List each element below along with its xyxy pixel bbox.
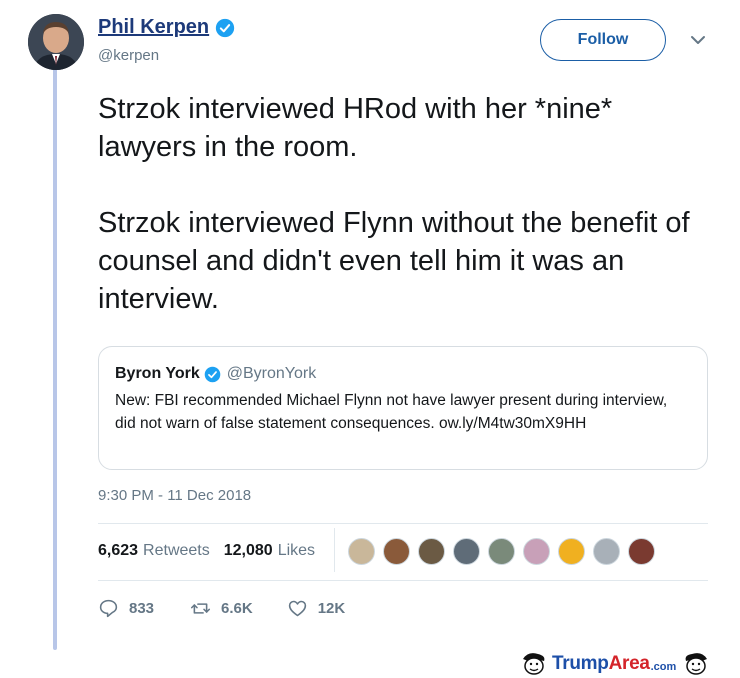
author-name-row: Phil Kerpen [98, 16, 235, 39]
cartoon-face-icon [685, 653, 708, 675]
stats-separator [334, 528, 335, 572]
cartoon-face-icon [523, 653, 545, 675]
retweet-count: 6.6K [221, 600, 253, 617]
like-action[interactable]: 12K [287, 598, 346, 619]
retweets-stat[interactable]: 6,623 Retweets [98, 542, 210, 560]
liker-avatar[interactable] [593, 538, 620, 565]
author-avatar[interactable] [28, 14, 84, 70]
follow-button[interactable]: Follow [540, 19, 666, 61]
liker-avatar[interactable] [383, 538, 410, 565]
liker-avatar[interactable] [418, 538, 445, 565]
quoted-tweet-header: Byron York @ByronYork [115, 365, 316, 383]
thread-line [53, 62, 57, 650]
liker-avatar[interactable] [488, 538, 515, 565]
liker-avatar[interactable] [558, 538, 585, 565]
heart-icon [288, 600, 306, 617]
divider [98, 523, 708, 524]
like-count: 12K [317, 600, 346, 617]
watermark-logo: TrumpArea .com [520, 650, 740, 678]
likes-stat[interactable]: 12,080 Likes [224, 542, 315, 560]
watermark-suffix: .com [650, 660, 677, 673]
author-handle[interactable]: @kerpen [98, 47, 159, 64]
engagement-stats: 6,623 Retweets 12,080 Likes [98, 542, 315, 560]
quoted-author-name: Byron York [115, 365, 200, 382]
chevron-down-icon[interactable] [690, 34, 706, 46]
reply-icon [99, 599, 118, 618]
tweet-actions: 833 6.6K 12K [98, 598, 345, 619]
quoted-tweet[interactable]: Byron York @ByronYork New: FBI recommend… [98, 346, 708, 470]
verified-badge-icon [204, 366, 221, 382]
quoted-tweet-text: New: FBI recommended Michael Flynn not h… [115, 392, 668, 432]
likes-label: Likes [277, 542, 316, 559]
divider [98, 580, 708, 581]
liker-avatar[interactable] [628, 538, 655, 565]
liker-avatar[interactable] [523, 538, 550, 565]
retweet-action[interactable]: 6.6K [190, 598, 253, 619]
verified-badge-icon [215, 18, 235, 37]
liker-avatar[interactable] [348, 538, 375, 565]
quoted-author-handle: @ByronYork [226, 365, 317, 382]
retweets-label: Retweets [143, 542, 210, 559]
retweet-icon [190, 603, 211, 614]
watermark-brand: TrumpArea [552, 653, 650, 674]
retweets-count: 6,623 [98, 542, 139, 559]
liker-avatars [348, 538, 663, 565]
liker-avatar[interactable] [453, 538, 480, 565]
tweet-text: Strzok interviewed HRod with her *nine* … [98, 93, 690, 315]
reply-action[interactable]: 833 [98, 598, 154, 619]
reply-count: 833 [129, 600, 155, 617]
likes-count: 12,080 [223, 542, 273, 559]
author-name[interactable]: Phil Kerpen [98, 16, 209, 39]
tweet-timestamp[interactable]: 9:30 PM - 11 Dec 2018 [98, 487, 251, 504]
